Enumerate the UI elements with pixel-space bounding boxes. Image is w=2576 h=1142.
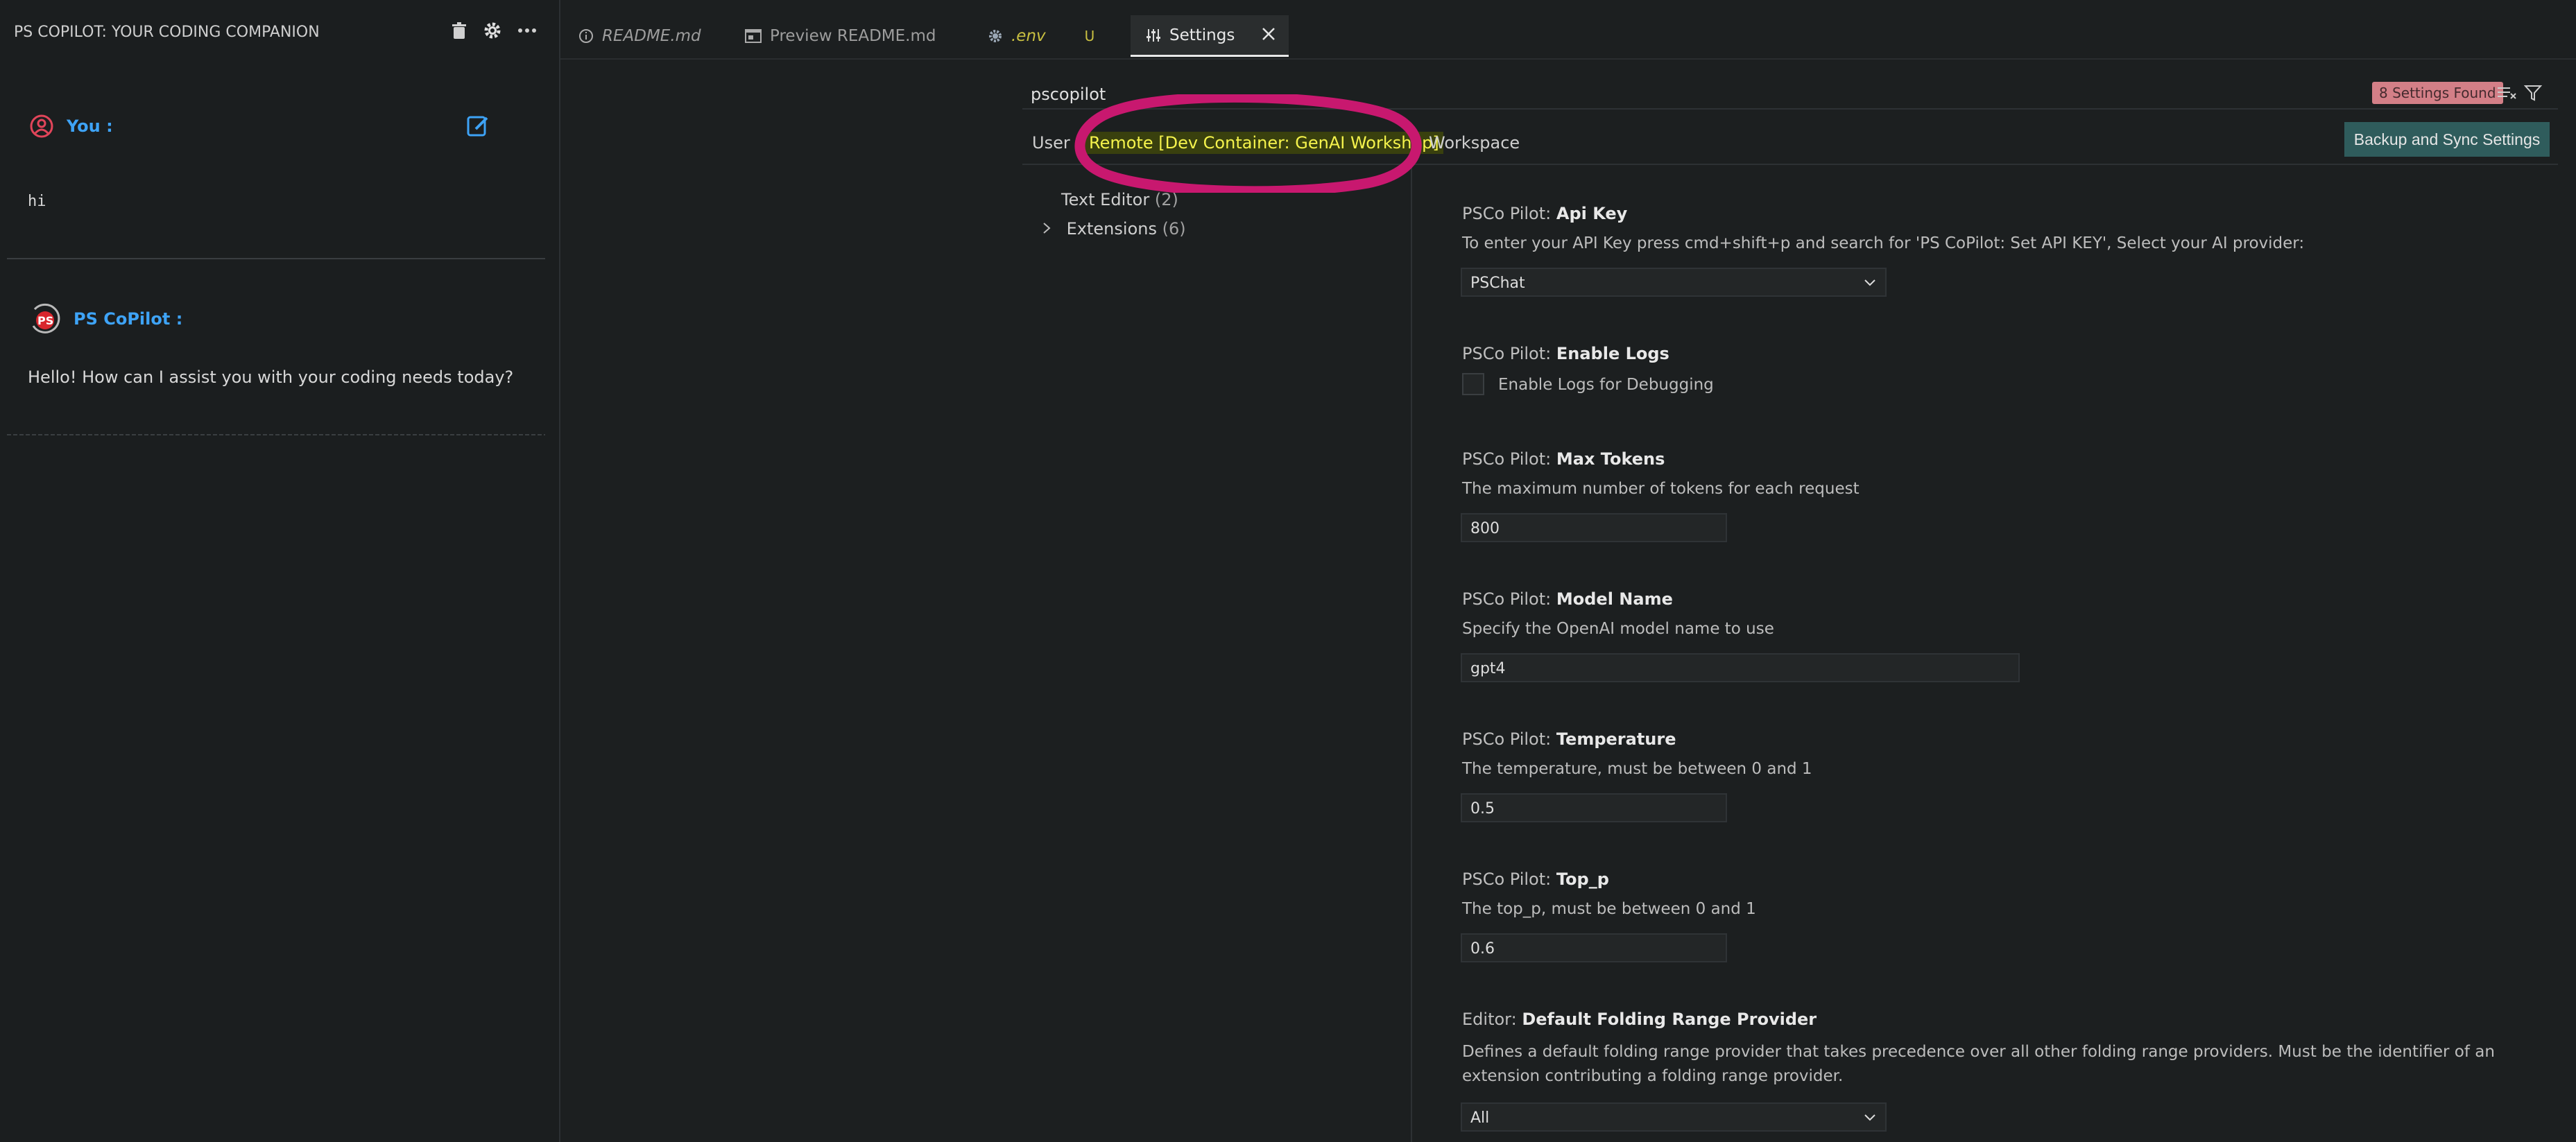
setting-desc-top-p: The top_p, must be between 0 and 1 — [1462, 900, 1756, 918]
user-avatar-icon — [29, 114, 54, 139]
tab-label: README.md — [602, 27, 701, 45]
chevron-down-icon — [1864, 1114, 1875, 1121]
backup-sync-button[interactable]: Backup and Sync Settings — [2344, 122, 2550, 157]
folding-provider-select[interactable]: All — [1461, 1102, 1887, 1132]
setting-title-enable-logs: PSCo Pilot: Enable Logs — [1462, 344, 1669, 363]
setting-desc-model-name: Specify the OpenAI model name to use — [1462, 620, 1774, 638]
copilot-sender-label: PS CoPilot : — [74, 309, 183, 329]
message-divider — [7, 258, 545, 259]
user-sender-label: You : — [67, 116, 113, 136]
toc-label: Text Editor — [1061, 190, 1150, 209]
tab-label: .env — [1011, 27, 1046, 45]
api-provider-select[interactable]: PSChat — [1461, 268, 1887, 297]
setting-desc-api-key: To enter your API Key press cmd+shift+p … — [1462, 234, 2305, 252]
tab-settings[interactable]: Settings — [1131, 15, 1289, 57]
more-icon[interactable] — [515, 18, 540, 43]
chat-panel-title: PS COPILOT: YOUR CODING COMPANION — [14, 24, 320, 41]
gear-icon[interactable] — [480, 18, 505, 43]
tab-env[interactable]: .env U — [988, 15, 1094, 57]
chevron-right-icon — [1042, 219, 1061, 239]
setting-title-max-tokens: PSCo Pilot: Max Tokens — [1462, 449, 1665, 469]
setting-desc-folding-provider: Defines a default folding range provider… — [1462, 1043, 2495, 1085]
copilot-avatar: PS — [26, 301, 64, 338]
info-icon — [578, 28, 594, 44]
input-value: 0.6 — [1470, 940, 1495, 958]
editor-tab-bar: README.md Preview README.md .env U Setti… — [560, 15, 2576, 60]
input-value: 0.5 — [1470, 800, 1495, 817]
annotation-ellipse — [1074, 94, 1422, 193]
copilot-message-text: Hello! How can I assist you with your co… — [28, 367, 514, 387]
preview-icon — [745, 28, 762, 44]
toc-item-text-editor[interactable]: Text Editor (2) — [1061, 190, 1178, 209]
scope-tab-user[interactable]: User — [1032, 133, 1070, 153]
enable-logs-label: Enable Logs for Debugging — [1498, 376, 1714, 394]
clear-filter-icon[interactable] — [2496, 82, 2518, 104]
setting-title-api-key: PSCo Pilot: Api Key — [1462, 204, 1628, 223]
setting-title-folding-provider: Editor: Default Folding Range Provider — [1462, 1010, 1817, 1029]
tab-label: Preview README.md — [770, 27, 936, 45]
user-message-text: hi — [28, 193, 46, 210]
chevron-down-icon — [1864, 279, 1875, 286]
max-tokens-input[interactable]: 800 — [1461, 513, 1727, 542]
gear-icon — [988, 28, 1003, 44]
enable-logs-checkbox[interactable] — [1462, 373, 1484, 395]
tab-label: Settings — [1169, 26, 1235, 44]
trash-icon[interactable] — [447, 18, 472, 43]
select-value: All — [1470, 1109, 1490, 1127]
input-value: 800 — [1470, 520, 1500, 537]
filter-icon[interactable] — [2522, 82, 2544, 104]
toc-count: (2) — [1154, 190, 1178, 209]
copilot-avatar-label: PS — [37, 314, 54, 327]
close-icon[interactable] — [1261, 26, 1276, 46]
toc-divider — [1411, 165, 1412, 1142]
chat-panel: PS COPILOT: YOUR CODING COMPANION You : … — [0, 0, 560, 1142]
toc-item-extensions[interactable]: Extensions (6) — [1042, 219, 1186, 239]
tab-preview-readme[interactable]: Preview README.md — [745, 15, 936, 57]
input-value: gpt4 — [1470, 660, 1506, 677]
model-name-input[interactable]: gpt4 — [1461, 653, 2020, 682]
results-count-badge: 8 Settings Found — [2372, 82, 2503, 104]
setting-title-top-p: PSCo Pilot: Top_p — [1462, 870, 1609, 889]
message-divider — [7, 434, 545, 435]
setting-title-temperature: PSCo Pilot: Temperature — [1462, 729, 1676, 749]
toc-label: Extensions — [1066, 219, 1157, 239]
setting-title-model-name: PSCo Pilot: Model Name — [1462, 589, 1673, 609]
edit-icon[interactable] — [466, 114, 490, 137]
temperature-input[interactable]: 0.5 — [1461, 793, 1727, 822]
scope-tab-workspace[interactable]: Workspace — [1429, 133, 1520, 153]
setting-desc-temperature: The temperature, must be between 0 and 1 — [1462, 760, 1812, 778]
top-p-input[interactable]: 0.6 — [1461, 933, 1727, 962]
setting-desc-max-tokens: The maximum number of tokens for each re… — [1462, 480, 1860, 498]
tab-readme[interactable]: README.md — [578, 15, 701, 57]
toc-count: (6) — [1162, 219, 1186, 239]
select-value: PSChat — [1470, 275, 1525, 292]
git-status-badge: U — [1084, 28, 1095, 44]
settings-icon — [1146, 28, 1161, 43]
